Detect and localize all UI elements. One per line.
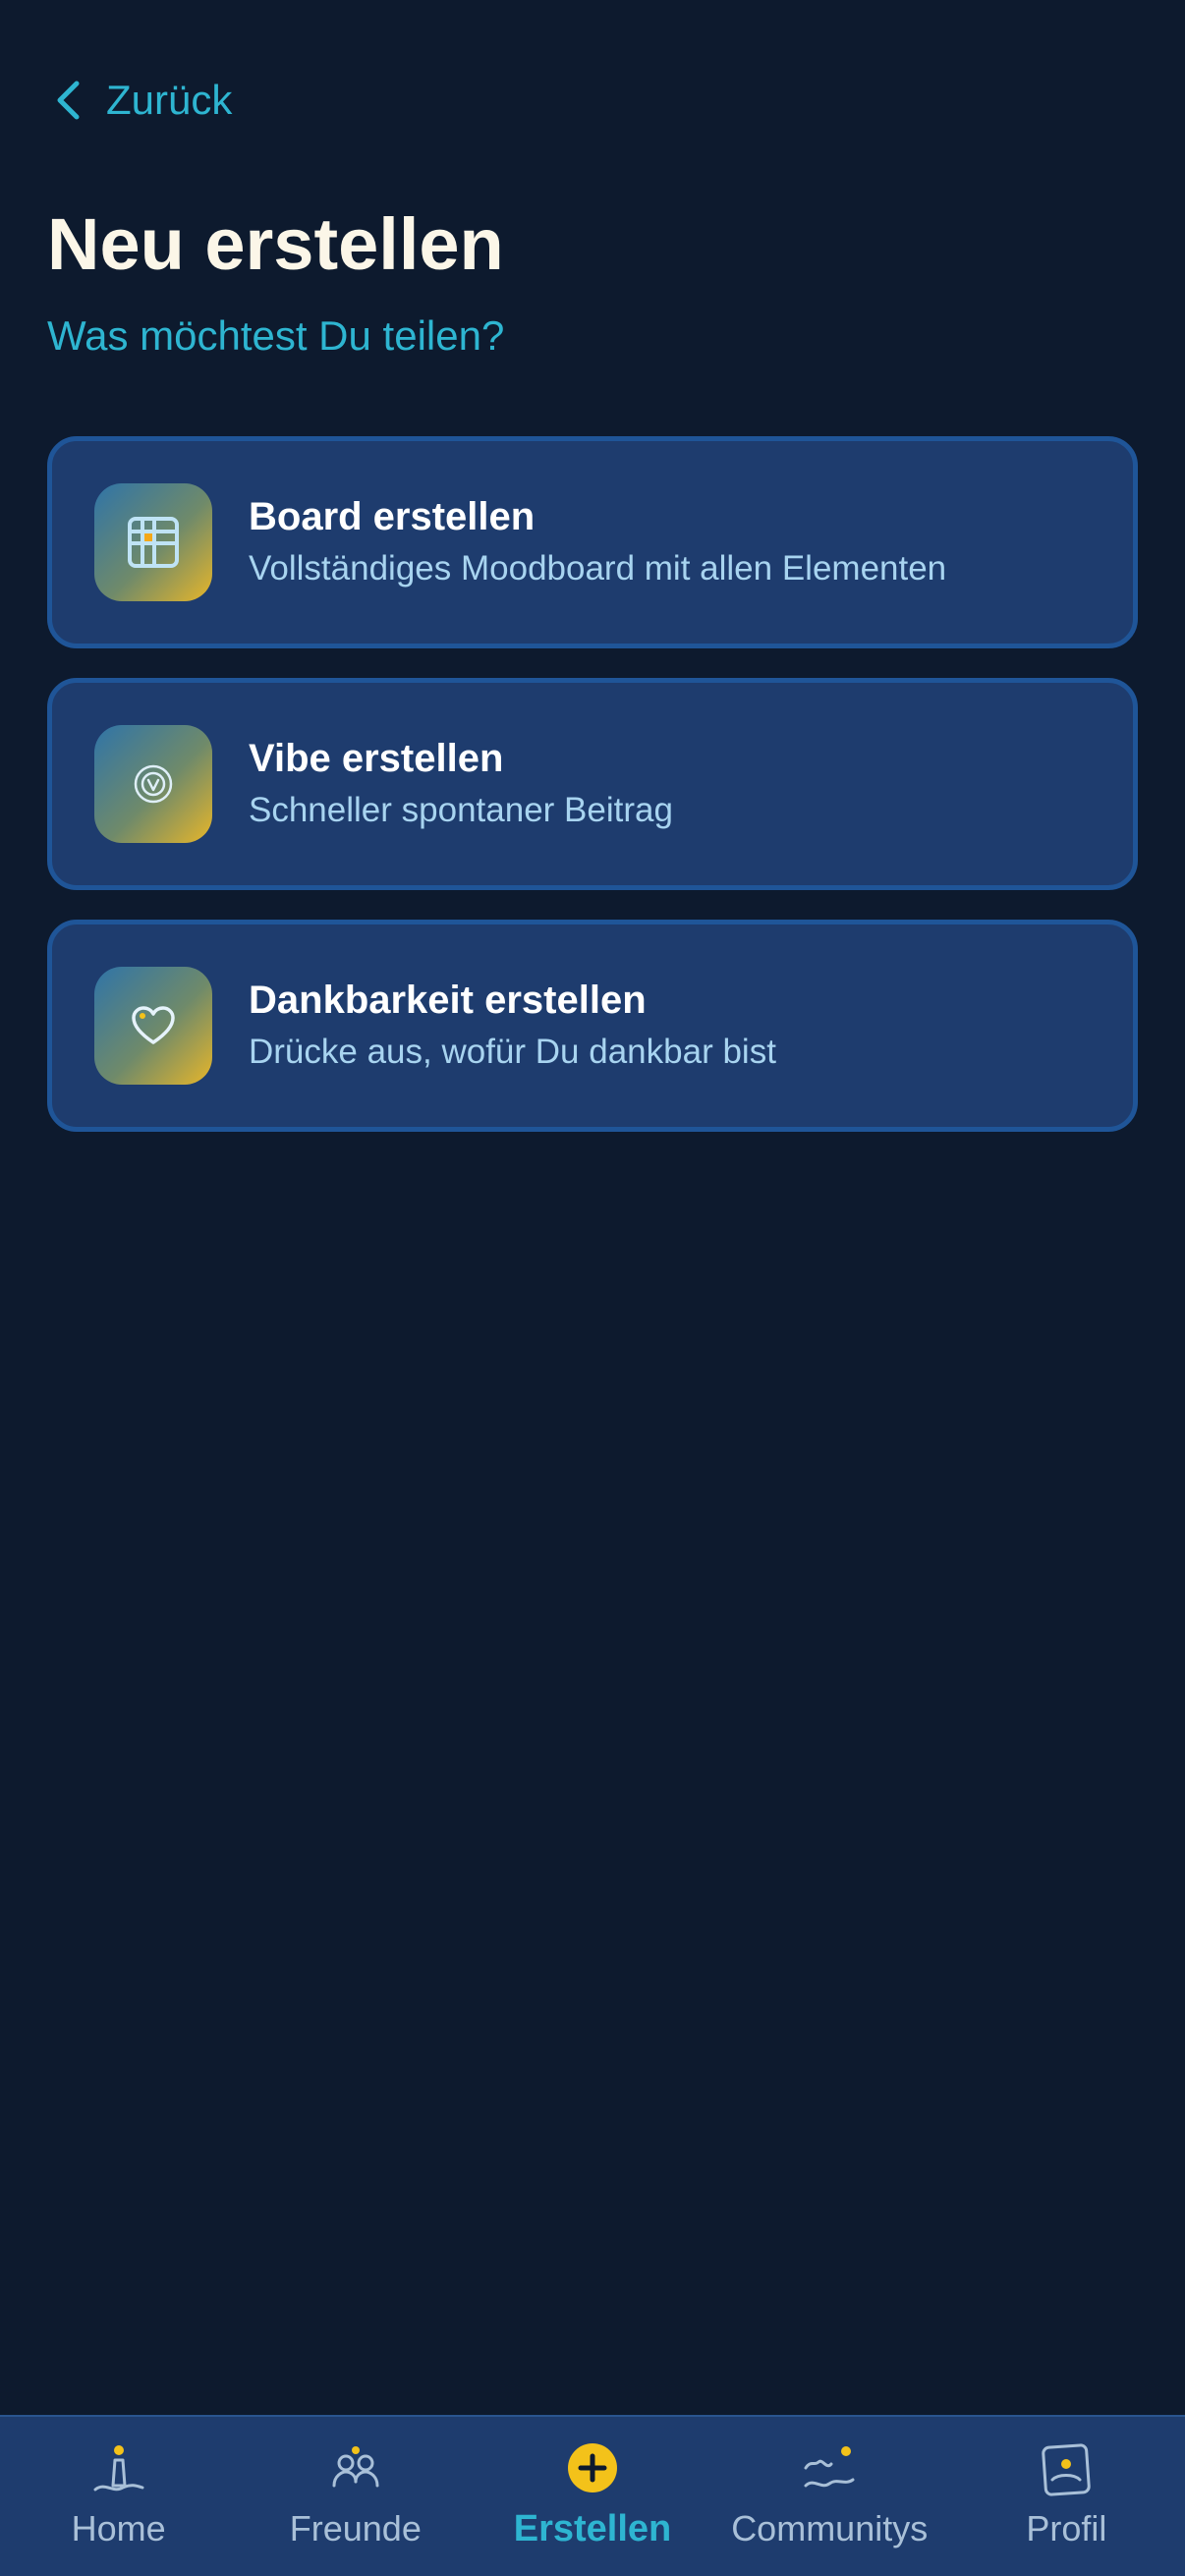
nav-label: Home xyxy=(71,2508,166,2548)
nav-item-create[interactable]: Erstellen xyxy=(474,2417,710,2576)
heart-icon xyxy=(94,967,212,1085)
bottom-nav: Home Freunde Erstellen Communitys Profil xyxy=(0,2415,1185,2576)
nav-item-home[interactable]: Home xyxy=(0,2417,237,2576)
nav-item-communities[interactable]: Communitys xyxy=(711,2417,948,2576)
page-title: Neu erstellen xyxy=(47,203,504,285)
card-title: Dankbarkeit erstellen xyxy=(249,979,647,1022)
nav-item-friends[interactable]: Freunde xyxy=(237,2417,474,2576)
nav-label: Freunde xyxy=(289,2508,422,2548)
create-gratitude-card[interactable]: Dankbarkeit erstellen Drücke aus, wofür … xyxy=(47,920,1138,1132)
back-button[interactable]: Zurück xyxy=(55,71,232,130)
create-options-list: Board erstellen Vollständiges Moodboard … xyxy=(47,436,1138,1161)
card-title: Board erstellen xyxy=(249,495,536,538)
create-vibe-card[interactable]: Vibe erstellen Schneller spontaner Beitr… xyxy=(47,678,1138,890)
chevron-left-icon xyxy=(57,81,80,120)
nav-label: Profil xyxy=(1026,2508,1107,2548)
profile-icon xyxy=(1039,2438,1094,2501)
create-board-card[interactable]: Board erstellen Vollständiges Moodboard … xyxy=(47,436,1138,648)
card-description: Schneller spontaner Beitrag xyxy=(249,791,673,829)
card-description: Vollständiges Moodboard mit allen Elemen… xyxy=(249,549,947,588)
card-title: Vibe erstellen xyxy=(249,737,504,780)
nav-item-profile[interactable]: Profil xyxy=(948,2417,1185,2576)
back-label: Zurück xyxy=(106,77,233,123)
lighthouse-icon xyxy=(91,2438,146,2501)
grid-icon xyxy=(94,483,212,601)
card-description: Drücke aus, wofür Du dankbar bist xyxy=(249,1033,776,1071)
page-subtitle: Was möchtest Du teilen? xyxy=(47,312,505,359)
plus-circle-icon xyxy=(565,2438,620,2501)
nav-label: Erstellen xyxy=(513,2508,672,2549)
nav-label: Communitys xyxy=(731,2508,929,2548)
waves-icon xyxy=(802,2438,857,2501)
friends-icon xyxy=(328,2438,383,2501)
vibe-icon xyxy=(94,725,212,843)
